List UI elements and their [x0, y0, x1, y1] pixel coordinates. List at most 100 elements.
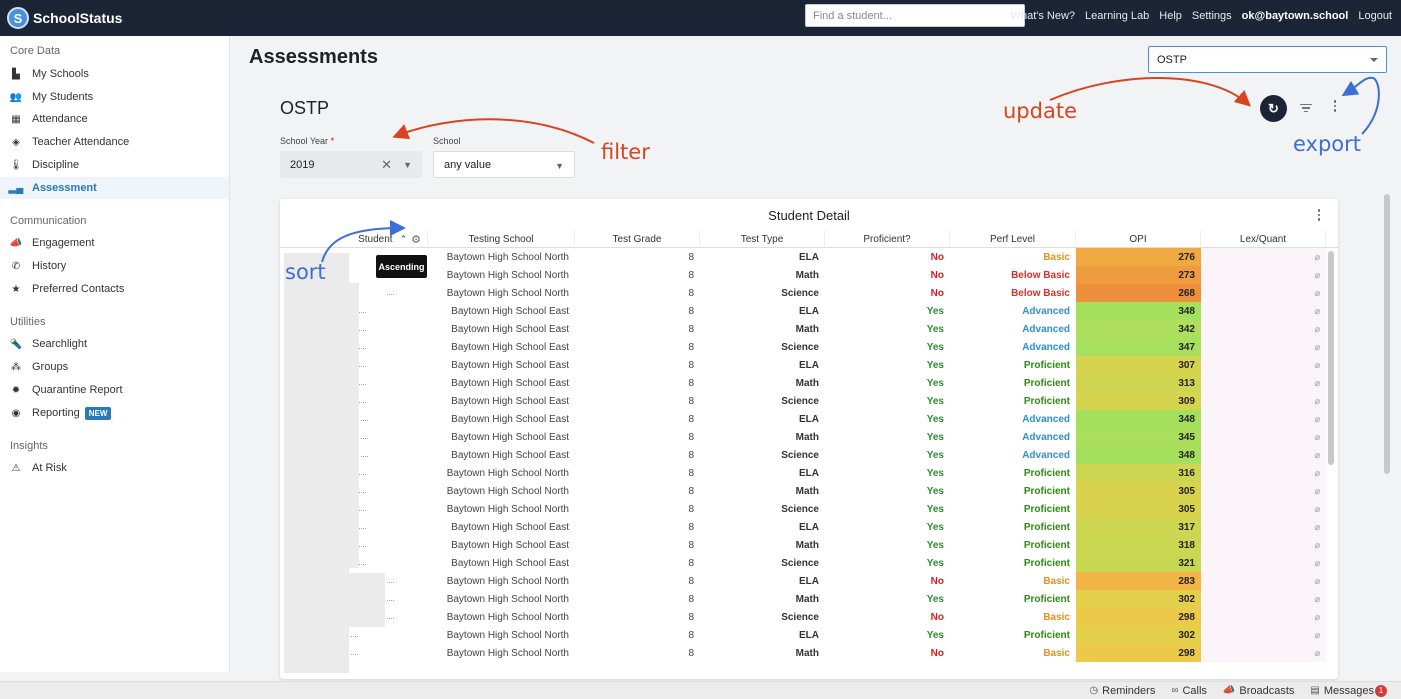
sidebar-item-label: Searchlight	[32, 338, 88, 350]
sidebar-item-attendance[interactable]: ▦ Attendance	[0, 108, 229, 130]
table-row[interactable]: Baytown High School North 8 Math No Below Ba…	[280, 266, 1338, 284]
table-row[interactable]: Baytown High School East 8 ELA Yes Proficien…	[280, 518, 1338, 536]
card-more-button[interactable]	[1316, 209, 1322, 223]
column-header-perf-level[interactable]: Perf Level	[950, 230, 1076, 248]
cell-lex-quant: ⌀	[1201, 518, 1326, 536]
sidebar-item-preferred-contacts[interactable]: ★ Preferred Contacts	[0, 278, 229, 300]
table-row[interactable]: Baytown High School East 8 Math Yes Advanced…	[280, 428, 1338, 446]
table-row[interactable]: Baytown High School East 8 ELA Yes Proficien…	[280, 356, 1338, 374]
sidebar-item-searchlight[interactable]: 🔦 Searchlight	[0, 333, 229, 355]
cell-testing-school: Baytown High School East	[451, 431, 569, 443]
filter-button[interactable]	[1298, 100, 1314, 116]
sidebar-section-insights: Insights	[10, 440, 48, 452]
table-row[interactable]: Baytown High School North 8 Science No Below…	[280, 284, 1338, 302]
table-row[interactable]: Baytown High School North 8 ELA No Basic 276 ⌀	[280, 248, 1338, 266]
cell-test-grade: 8	[688, 431, 694, 443]
cell-testing-school: Baytown High School East	[451, 413, 569, 425]
school-year-value: 2019	[290, 158, 315, 171]
help-link[interactable]: Help	[1159, 10, 1182, 22]
table-row[interactable]: Baytown High School North 8 Science No Basic…	[280, 608, 1338, 626]
refresh-button[interactable]: ↻	[1260, 95, 1287, 122]
cell-test-type: Math	[795, 431, 819, 443]
sidebar-item-my-schools[interactable]: ▙ My Schools	[0, 63, 229, 85]
table-row[interactable]: Baytown High School North 8 ELA No Basic 283 ⌀	[280, 572, 1338, 590]
page-scrollbar[interactable]	[1384, 194, 1390, 474]
table-row[interactable]: Baytown High School North 8 Math Yes Profici…	[280, 482, 1338, 500]
column-header-test-type[interactable]: Test Type	[700, 230, 825, 248]
column-header-lex-quant[interactable]: Lex/Quant	[1201, 230, 1326, 248]
cell-opi: 313	[1076, 374, 1201, 392]
table-row[interactable]: Baytown High School East 8 Math Yes Proficie…	[280, 374, 1338, 392]
table-row[interactable]: Baytown High School East 8 ELA Yes Advanced 3…	[280, 410, 1338, 428]
column-header-label: Student	[358, 233, 393, 245]
cell-testing-school: Baytown High School North	[446, 251, 569, 263]
more-vert-icon-dot	[1333, 109, 1337, 112]
sidebar-item-assessment[interactable]: ▂▄ Assessment	[0, 177, 229, 199]
cell-test-type: Science	[781, 341, 819, 353]
sidebar-item-engagement[interactable]: 📣 Engagement	[0, 232, 229, 254]
brand[interactable]: S SchoolStatus	[7, 7, 122, 29]
cell-testing-school: Baytown High School East	[451, 341, 569, 353]
column-header-label: Proficient?	[863, 233, 911, 245]
student-search-input[interactable]	[805, 4, 1025, 27]
column-header-test-grade[interactable]: Test Grade	[575, 230, 700, 248]
table-row[interactable]: Baytown High School North 8 ELA Yes Proficie…	[280, 626, 1338, 644]
table-scrollbar[interactable]	[1328, 251, 1334, 465]
cell-perf-level: Proficient	[1023, 629, 1070, 641]
table-row[interactable]: Baytown High School North 8 Math No Basic 298…	[280, 644, 1338, 662]
sort-ascending-icon[interactable]: ⌃	[400, 234, 408, 245]
cell-testing-school: Baytown High School East	[451, 323, 569, 335]
cell-test-type: Science	[781, 557, 819, 569]
column-header-testing-school[interactable]: Testing School	[428, 230, 575, 248]
table-row[interactable]: Baytown High School East 8 Science Yes Profi…	[280, 392, 1338, 410]
table-row[interactable]: Baytown High School East 8 Math Yes Proficie…	[280, 536, 1338, 554]
column-header-student[interactable]: Student ⌃ ⚙	[280, 230, 428, 248]
table-row[interactable]: Baytown High School East 8 Science Yes Profi…	[280, 554, 1338, 572]
more-options-button[interactable]	[1329, 100, 1341, 116]
table-row[interactable]: Baytown High School East 8 Math Yes Advanced…	[280, 320, 1338, 338]
cell-test-grade: 8	[688, 251, 694, 263]
messages-button[interactable]: ▤ Messages 1	[1310, 684, 1387, 697]
cell-test-grade: 8	[688, 593, 694, 605]
broadcasts-button[interactable]: 📣 Broadcasts	[1223, 685, 1294, 697]
assessment-select[interactable]: OSTP	[1148, 46, 1387, 73]
calls-button[interactable]: ∞ Calls	[1171, 685, 1207, 697]
sidebar-item-my-students[interactable]: 👥 My Students	[0, 86, 229, 108]
sidebar-item-history[interactable]: ✆ History	[0, 255, 229, 277]
column-header-proficient[interactable]: Proficient?	[825, 230, 950, 248]
cell-proficient: Yes	[926, 593, 944, 605]
whats-new-link[interactable]: What's New?	[1011, 10, 1075, 22]
learning-lab-link[interactable]: Learning Lab	[1085, 10, 1149, 22]
table-row[interactable]: Baytown High School East 8 Science Yes Advan…	[280, 446, 1338, 464]
school-year-select[interactable]: 2019 ✕ ▼	[280, 151, 422, 178]
cell-opi: 316	[1076, 464, 1201, 482]
cell-perf-level: Advanced	[1022, 449, 1070, 461]
sidebar-item-reporting[interactable]: ◉ Reporting NEW	[0, 402, 229, 424]
cell-lex-quant: ⌀	[1201, 644, 1326, 662]
chart-icon: ▂▄	[8, 182, 24, 194]
cell-test-grade: 8	[688, 269, 694, 281]
sidebar-item-discipline[interactable]: 🌡 Discipline	[0, 154, 229, 176]
sidebar-item-teacher-attendance[interactable]: ◈ Teacher Attendance	[0, 131, 229, 153]
sidebar-item-groups[interactable]: ⁂ Groups	[0, 356, 229, 378]
table-row[interactable]: Baytown High School North 8 ELA Yes Proficie…	[280, 464, 1338, 482]
settings-link[interactable]: Settings	[1192, 10, 1232, 22]
table-row[interactable]: Baytown High School East 8 Science Yes Advan…	[280, 338, 1338, 356]
column-header-opi[interactable]: OPI	[1076, 230, 1201, 248]
cell-proficient: Yes	[926, 377, 944, 389]
sidebar-item-label: Preferred Contacts	[32, 283, 125, 295]
cell-test-grade: 8	[688, 485, 694, 497]
logout-link[interactable]: Logout	[1358, 10, 1392, 22]
school-select[interactable]: any value ▼	[433, 151, 575, 178]
cell-opi: 305	[1076, 482, 1201, 500]
reminders-button[interactable]: ◷ Reminders	[1089, 685, 1155, 697]
gear-icon[interactable]: ⚙	[411, 233, 421, 246]
table-row[interactable]: Baytown High School North 8 Math Yes Profici…	[280, 590, 1338, 608]
sidebar-item-quarantine-report[interactable]: ✹ Quarantine Report	[0, 379, 229, 401]
export-annotation: export	[1293, 132, 1362, 156]
table-row[interactable]: Baytown High School East 8 ELA Yes Advanced 3…	[280, 302, 1338, 320]
table-row[interactable]: Baytown High School North 8 Science Yes Prof…	[280, 500, 1338, 518]
clear-icon[interactable]: ✕	[381, 157, 392, 173]
user-account[interactable]: ok@baytown.school	[1242, 10, 1349, 22]
sidebar-item-at-risk[interactable]: ⚠ At Risk	[0, 457, 229, 479]
